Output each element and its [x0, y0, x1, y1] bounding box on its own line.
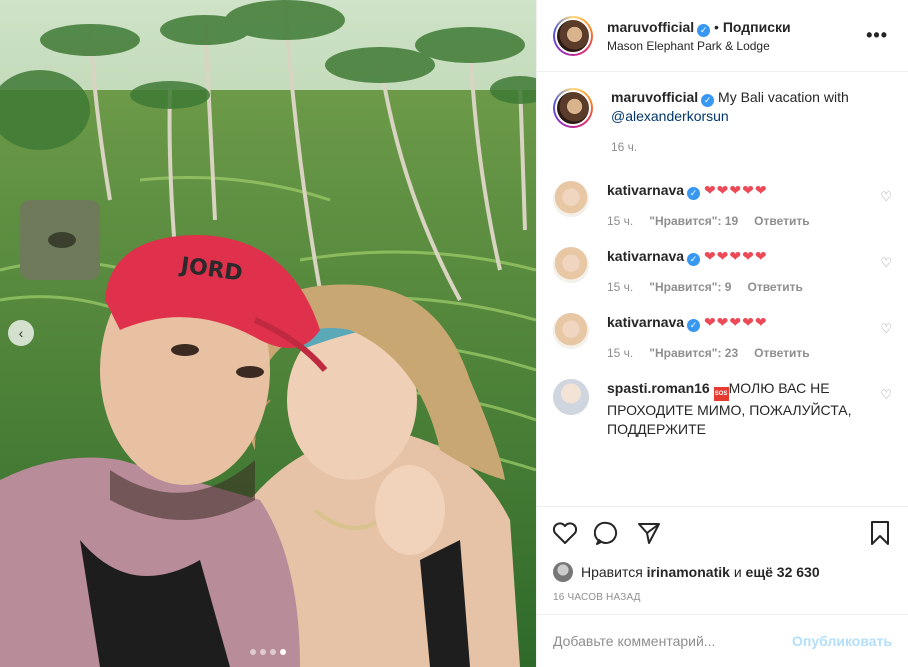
avatar[interactable] — [553, 15, 593, 56]
comment-likes[interactable]: "Нравится": 9 — [649, 280, 731, 294]
add-comment-bar: Опубликовать — [537, 614, 908, 667]
carousel-dot — [270, 649, 276, 655]
verified-icon: ✓ — [701, 94, 715, 107]
chevron-left-icon[interactable]: ‹ — [8, 320, 34, 346]
likes-prefix: Нравится — [581, 564, 643, 580]
verified-icon: ✓ — [687, 253, 701, 266]
comment-username[interactable]: kativarnava — [607, 248, 684, 264]
post-header-meta: maruvofficial ✓ • Подписки Mason Elephant… — [607, 19, 862, 53]
comment-item: kativarnava ✓ ❤❤❤❤❤ 15 ч. "Нравится": 23 От… — [553, 313, 892, 363]
post-photo: JORD ‹ — [0, 0, 536, 667]
carousel-dot — [260, 649, 266, 655]
comment-item: spasti.roman16 SOSМОЛЮ ВАС НЕ ПРОХОДИТЕ … — [553, 379, 892, 439]
heart-icon[interactable]: ♡ — [868, 379, 892, 439]
avatar[interactable] — [553, 313, 589, 349]
comment-time[interactable]: 15 ч. — [607, 280, 633, 294]
post-side-panel: maruvofficial ✓ • Подписки Mason Elephant… — [536, 0, 908, 667]
avatar[interactable] — [553, 181, 589, 217]
likes-user[interactable]: irinamonatik — [647, 564, 730, 580]
comment-text: ❤❤❤❤❤ — [703, 248, 768, 264]
location-link[interactable]: Mason Elephant Park & Lodge — [607, 39, 862, 53]
carousel-dots — [0, 649, 536, 655]
comments-list: maruvofficial ✓ My Bali vacation with @al… — [537, 72, 908, 506]
carousel-dot-active — [280, 649, 286, 655]
comment-text: ❤❤❤❤❤ — [703, 182, 768, 198]
caption-mention[interactable]: @alexanderkorsun — [611, 108, 729, 124]
caption-text: My Bali vacation with — [718, 89, 849, 105]
post-modal: JORD ‹ maruvofficial ✓ • Подписки Mason E… — [0, 0, 908, 667]
reply-button[interactable]: Ответить — [754, 346, 809, 360]
comment-username[interactable]: spasti.roman16 — [607, 380, 710, 396]
post-timestamp: 16 ЧАСОВ НАЗАД — [553, 592, 641, 603]
sos-emoji: SOS — [713, 387, 729, 401]
avatar[interactable] — [553, 562, 573, 582]
verified-icon: ✓ — [687, 319, 701, 332]
comment-input[interactable] — [553, 633, 793, 649]
comment-text: ❤❤❤❤❤ — [703, 314, 768, 330]
separator: • — [714, 18, 719, 35]
timestamp: 16 ч. — [611, 140, 638, 154]
author-username[interactable]: maruvofficial — [607, 19, 694, 35]
heart-icon[interactable]: ♡ — [868, 247, 892, 297]
verified-icon: ✓ — [687, 187, 701, 200]
post-header: maruvofficial ✓ • Подписки Mason Elephant… — [537, 0, 908, 72]
follow-button[interactable]: Подписки — [723, 19, 791, 35]
comment-icon[interactable] — [593, 519, 621, 547]
heart-icon[interactable] — [551, 519, 579, 547]
reply-button[interactable]: Ответить — [747, 280, 802, 294]
likes-count[interactable]: ещё 32 630 — [746, 564, 820, 580]
caption: maruvofficial ✓ My Bali vacation with @al… — [553, 88, 892, 157]
heart-icon[interactable]: ♡ — [868, 313, 892, 363]
comment-username[interactable]: kativarnava — [607, 314, 684, 330]
heart-icon[interactable]: ♡ — [868, 181, 892, 231]
comment-item: kativarnava ✓ ❤❤❤❤❤ 15 ч. "Нравится": 9 Отв… — [553, 247, 892, 297]
verified-icon: ✓ — [697, 23, 711, 37]
comment-time[interactable]: 15 ч. — [607, 346, 633, 360]
avatar[interactable] — [553, 247, 589, 283]
comment-likes[interactable]: "Нравится": 23 — [649, 346, 738, 360]
caption-username[interactable]: maruvofficial — [611, 89, 698, 105]
comment-item: kativarnava ✓ ❤❤❤❤❤ 15 ч. "Нравится": 19 От… — [553, 181, 892, 231]
avatar[interactable] — [553, 379, 589, 415]
bookmark-icon[interactable] — [866, 519, 894, 547]
comment-time[interactable]: 15 ч. — [607, 214, 633, 228]
action-bar — [537, 506, 908, 558]
reply-button[interactable]: Ответить — [754, 214, 809, 228]
carousel-dot — [250, 649, 256, 655]
comment-username[interactable]: kativarnava — [607, 182, 684, 198]
more-icon[interactable]: ••• — [862, 25, 892, 46]
comment-likes[interactable]: "Нравится": 19 — [649, 214, 738, 228]
likes-middle: и — [733, 564, 742, 580]
caption-time: 16 ч. — [611, 138, 892, 157]
avatar[interactable] — [553, 88, 593, 128]
photo-scene: JORD — [0, 0, 536, 667]
share-icon[interactable] — [635, 519, 663, 547]
likes-summary: Нравится irinamonatik и ещё 32 630 — [537, 558, 908, 586]
publish-button[interactable]: Опубликовать — [792, 633, 892, 649]
